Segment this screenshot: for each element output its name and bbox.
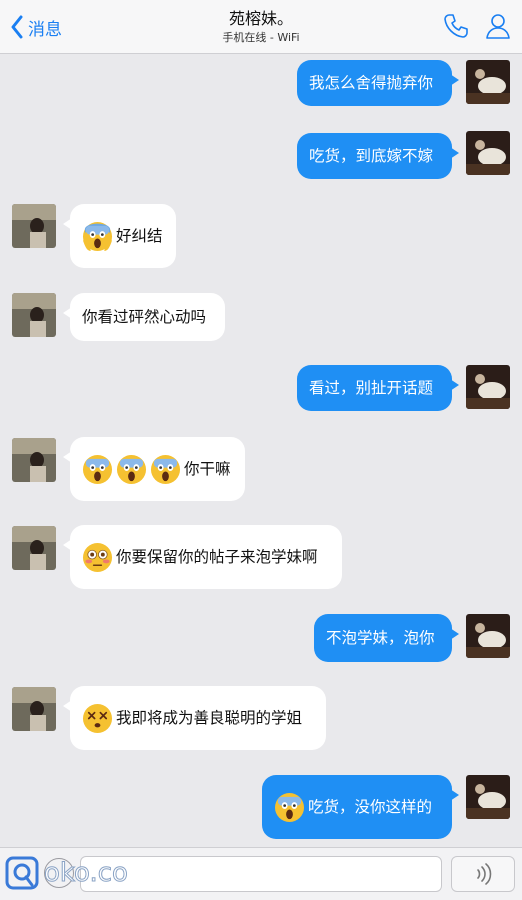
message-text: 我即将成为善良聪明的学姐 [116,709,303,727]
my-avatar[interactable] [466,614,510,658]
person-icon [486,14,510,39]
message-bubble-outgoing[interactable]: 不泡学妹，泡你 [314,614,459,662]
message-text: 我怎么舍得抛弃你 [309,74,434,92]
message-bubble-incoming[interactable]: 你干嘛 [63,437,245,501]
message-input[interactable] [80,856,442,892]
message-bubble-outgoing[interactable]: 我怎么舍得抛弃你 [297,60,459,106]
message-text: 吃货，没你这样的 [308,798,433,816]
my-avatar[interactable] [466,131,510,175]
scream-emoji-icon [82,221,113,252]
message-text: 不泡学妹，泡你 [326,629,435,647]
message-bubble-outgoing[interactable]: 吃货，没你这样的 [262,775,459,839]
message-text: 你要保留你的帖子来泡学妹啊 [116,548,318,566]
message-text: 看过，别扯开话题 [309,379,434,397]
back-label: 消息 [28,19,62,40]
message-bubble-incoming[interactable]: 好纠结 [63,204,176,268]
chevron-left-icon [11,15,23,39]
message-bubble-incoming[interactable]: 我即将成为善良聪明的学姐 [63,686,326,750]
message-text: 你看过砰然心动吗 [82,308,207,326]
scream-emoji-icon [116,454,147,485]
chat-header[interactable]: 苑榕妹。 手机在线 - WiFi [160,8,362,46]
chat-area[interactable]: 我怎么舍得抛弃你 吃货，到底嫁不嫁 好纠结 你看过砰然心动吗 看过，别扯开话题 … [0,54,522,847]
flushed-emoji-icon [82,542,113,573]
dizzy-face-emoji-icon [82,703,113,734]
nav-bar: 消息 苑榕妹。 手机在线 - WiFi [0,0,522,54]
message-bubble-outgoing[interactable]: 看过，别扯开话题 [297,365,459,411]
chat-title: 苑榕妹。 [228,9,293,28]
message-bubble-incoming[interactable]: 你看过砰然心动吗 [63,293,225,341]
message-text: 好纠结 [116,227,163,245]
back-button[interactable]: 消息 [10,14,62,40]
scream-emoji-icon [82,454,113,485]
my-avatar[interactable] [466,365,510,409]
voice-wave-icon [477,863,492,885]
my-avatar[interactable] [466,775,510,819]
contact-avatar[interactable] [12,438,56,482]
contact-avatar[interactable] [12,687,56,731]
message-bubble-incoming[interactable]: 你要保留你的帖子来泡学妹啊 [63,525,342,589]
scream-emoji-icon [274,792,305,823]
watermark-text: oko.co [44,858,129,889]
scream-emoji-icon [150,454,181,485]
message-bubble-outgoing[interactable]: 吃货，到底嫁不嫁 [297,133,459,179]
message-text: 你干嘛 [184,460,231,478]
contact-avatar[interactable] [12,526,56,570]
online-status: 手机在线 - WiFi [222,31,300,44]
voice-button[interactable] [451,856,515,892]
watermark-logo-icon [5,856,39,890]
call-button[interactable] [442,12,470,40]
message-text: 吃货，到底嫁不嫁 [309,147,434,165]
contact-avatar[interactable] [12,293,56,337]
contact-avatar[interactable] [12,204,56,248]
my-avatar[interactable] [466,60,510,104]
phone-icon [444,14,468,38]
profile-button[interactable] [484,12,512,40]
